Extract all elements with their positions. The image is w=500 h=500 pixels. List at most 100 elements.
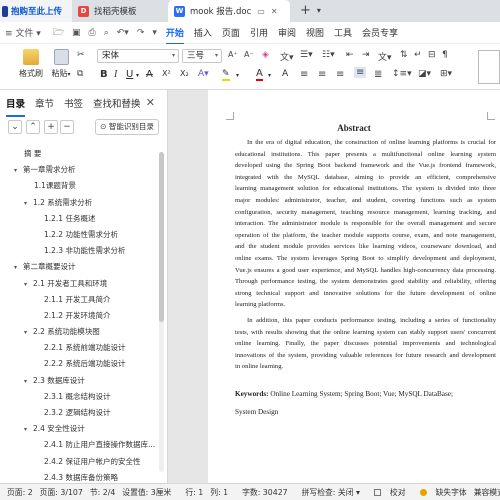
add-heading-icon[interactable]: + <box>44 120 58 134</box>
strikethrough-icon[interactable]: A <box>146 69 153 80</box>
paragraph-mark-icon[interactable]: ¶ <box>442 50 448 60</box>
bullet-list-icon[interactable]: ☰▾ <box>300 50 313 60</box>
toc-item[interactable]: 2.1.2 开发环境简介 <box>0 308 160 324</box>
format-painter-button[interactable]: 格式刷 <box>16 49 46 79</box>
toc-item[interactable]: 2.3.1 概念结构设计 <box>0 389 160 405</box>
expand-caret-icon[interactable]: ▾ <box>24 325 33 340</box>
expand-caret-icon[interactable]: ▾ <box>24 277 33 292</box>
shrink-font-icon[interactable]: A⁻ <box>244 50 254 59</box>
show-marks-icon[interactable]: ↵ <box>414 50 422 60</box>
subscript-icon[interactable]: X₂ <box>180 69 189 78</box>
shading-icon[interactable]: ◪▾ <box>418 69 431 79</box>
toc-item[interactable]: 2.4.2 保证用户帐户的安全性 <box>0 454 160 470</box>
chevron-down-icon[interactable]: ▾ <box>236 72 239 79</box>
toc-item[interactable]: ▾ 2.3 数据库设计 <box>0 373 160 389</box>
open-icon[interactable]: 🗁 <box>49 25 68 41</box>
toc-item[interactable]: 1.2.3 非功能性需求分析 <box>0 243 160 259</box>
status-col[interactable]: 列: 1 <box>210 487 228 498</box>
bold-icon[interactable]: B <box>100 69 108 80</box>
chevron-down-icon[interactable]: ▾ <box>268 72 271 79</box>
font-size-select[interactable]: 三号 ▾ <box>182 49 222 63</box>
font-name-select[interactable]: 宋体 ▾ <box>97 49 179 63</box>
toc-item[interactable]: ▾ 第二章概要设计 <box>0 259 160 275</box>
align-right-icon[interactable]: ≡ <box>336 69 344 80</box>
new-tab-icon[interactable]: + <box>300 0 311 22</box>
remove-heading-icon[interactable]: − <box>60 120 74 134</box>
style-gallery[interactable] <box>478 50 500 84</box>
toc-item[interactable]: ▾ 2.1 开发者工具和环境 <box>0 276 160 292</box>
toc-item[interactable]: 2.2.1 系统前端功能设计 <box>0 340 160 356</box>
toc-item[interactable]: 摘 要 <box>0 146 160 162</box>
expand-caret-icon[interactable]: ▾ <box>24 196 33 211</box>
menu-item-page[interactable]: 页面 <box>217 26 245 39</box>
italic-icon[interactable]: I <box>114 69 117 80</box>
text-effect-icon[interactable]: A▾ <box>198 69 209 79</box>
font-color-icon[interactable]: A <box>256 69 263 81</box>
file-menu[interactable]: ≡ 文件 ▾ <box>0 26 49 39</box>
toc-item[interactable]: 1.2.1 任务概述 <box>0 211 160 227</box>
chinese-layout-icon[interactable]: 文▾ <box>378 50 392 63</box>
border-icon[interactable]: ⊞▾ <box>440 69 452 79</box>
status-setting[interactable]: 设置值: 3厘米 <box>122 487 171 498</box>
tab-upload[interactable]: 抱购至此上传 <box>0 0 72 22</box>
toc-scrollbar-thumb[interactable] <box>159 152 164 322</box>
phonetic-icon[interactable]: 文▾ <box>280 50 294 63</box>
close-icon[interactable]: ✕ <box>146 96 155 109</box>
menu-item-start[interactable]: 开始 <box>161 26 189 45</box>
toc-item[interactable]: ▾ 2.2 系统功能模块图 <box>0 324 160 340</box>
collapse-icon[interactable]: ⌄ <box>8 120 22 134</box>
justify-icon[interactable]: ≡ <box>354 67 367 78</box>
tab-document[interactable]: W mook 报告.doc ▭ ✕ <box>168 0 290 22</box>
increase-indent-icon[interactable]: ⇥ <box>362 50 370 60</box>
menu-item-review[interactable]: 审阅 <box>273 26 301 39</box>
line-spacing-icon[interactable]: ↕≡▾ <box>392 69 412 79</box>
numbered-list-icon[interactable]: ☷▾ <box>322 50 335 60</box>
tab-close-icon[interactable]: ✕ <box>271 7 278 16</box>
print-preview-icon[interactable]: ⌕ <box>100 28 113 38</box>
decrease-indent-icon[interactable]: ⇤ <box>346 50 354 60</box>
expand-caret-icon[interactable]: ▾ <box>24 422 33 437</box>
status-section[interactable]: 节: 2/4 <box>90 487 115 498</box>
expand-icon[interactable]: ⌃ <box>26 120 40 134</box>
toc-item[interactable]: 1.2.2 功能性需求分析 <box>0 227 160 243</box>
toc-scrollbar[interactable] <box>159 152 164 472</box>
status-page-count[interactable]: 页面: 3/107 <box>40 487 83 498</box>
redo-icon[interactable]: ↷ <box>133 28 149 38</box>
tab-templates[interactable]: D 找稻壳模板 <box>72 0 164 22</box>
status-proofread[interactable]: 校对 <box>367 487 406 498</box>
toc-item[interactable]: ▾ 2.4 安全性设计 <box>0 421 160 437</box>
status-missing-font[interactable]: 缺失字体 <box>413 487 467 498</box>
tab-find-replace[interactable]: 查找和替换 <box>93 96 141 110</box>
toc-item[interactable]: 2.4.1 防止用户直接操作数据库... <box>0 437 160 453</box>
tab-bookmarks[interactable]: 书签 <box>64 96 83 110</box>
toc-item[interactable]: 2.3.2 逻辑结构设计 <box>0 405 160 421</box>
align-left-icon[interactable]: ≡ <box>300 69 308 80</box>
menu-item-view[interactable]: 视图 <box>301 26 329 39</box>
distribute-icon[interactable]: ≣ <box>374 69 382 80</box>
sort-icon[interactable]: ⇅ <box>400 50 408 60</box>
align-center-icon[interactable]: ≡ <box>318 69 326 80</box>
grow-font-icon[interactable]: A⁺ <box>228 50 238 59</box>
chevron-down-icon[interactable]: ▾ <box>317 0 321 22</box>
save-icon[interactable]: ▣ <box>68 28 85 38</box>
expand-caret-icon[interactable]: ▾ <box>24 374 33 389</box>
toc-item[interactable]: ▾ 1.2 系统需求分析 <box>0 195 160 211</box>
toc-item[interactable]: ▾ 第一章需求分析 <box>0 162 160 178</box>
copy-icon[interactable]: ⧉ <box>77 69 83 79</box>
undo-icon[interactable]: ↶▾ <box>113 28 133 38</box>
ruler-icon[interactable]: ⊟ <box>428 50 436 60</box>
smart-toc-button[interactable]: ⊙ 智能识别目录 <box>95 119 159 135</box>
tab-pin-icon[interactable]: ▭ <box>257 7 265 16</box>
superscript-icon[interactable]: X² <box>162 69 171 78</box>
expand-caret-icon[interactable]: ▾ <box>14 260 23 275</box>
document-page[interactable]: Abstract In the era of digital education… <box>208 90 500 483</box>
tab-chapters[interactable]: 章节 <box>35 96 54 110</box>
menu-item-insert[interactable]: 插入 <box>189 26 217 39</box>
underline-icon[interactable]: U <box>126 69 133 80</box>
expand-caret-icon[interactable]: ▾ <box>14 163 23 178</box>
status-spellcheck[interactable]: 拼写检查: 关闭 ▾ <box>295 487 360 498</box>
more-icon[interactable]: ▾ <box>148 28 161 38</box>
clear-format-icon[interactable]: ◈ <box>262 50 269 60</box>
print-icon[interactable]: ⎙ <box>85 28 100 38</box>
chevron-down-icon[interactable]: ▾ <box>136 72 139 79</box>
